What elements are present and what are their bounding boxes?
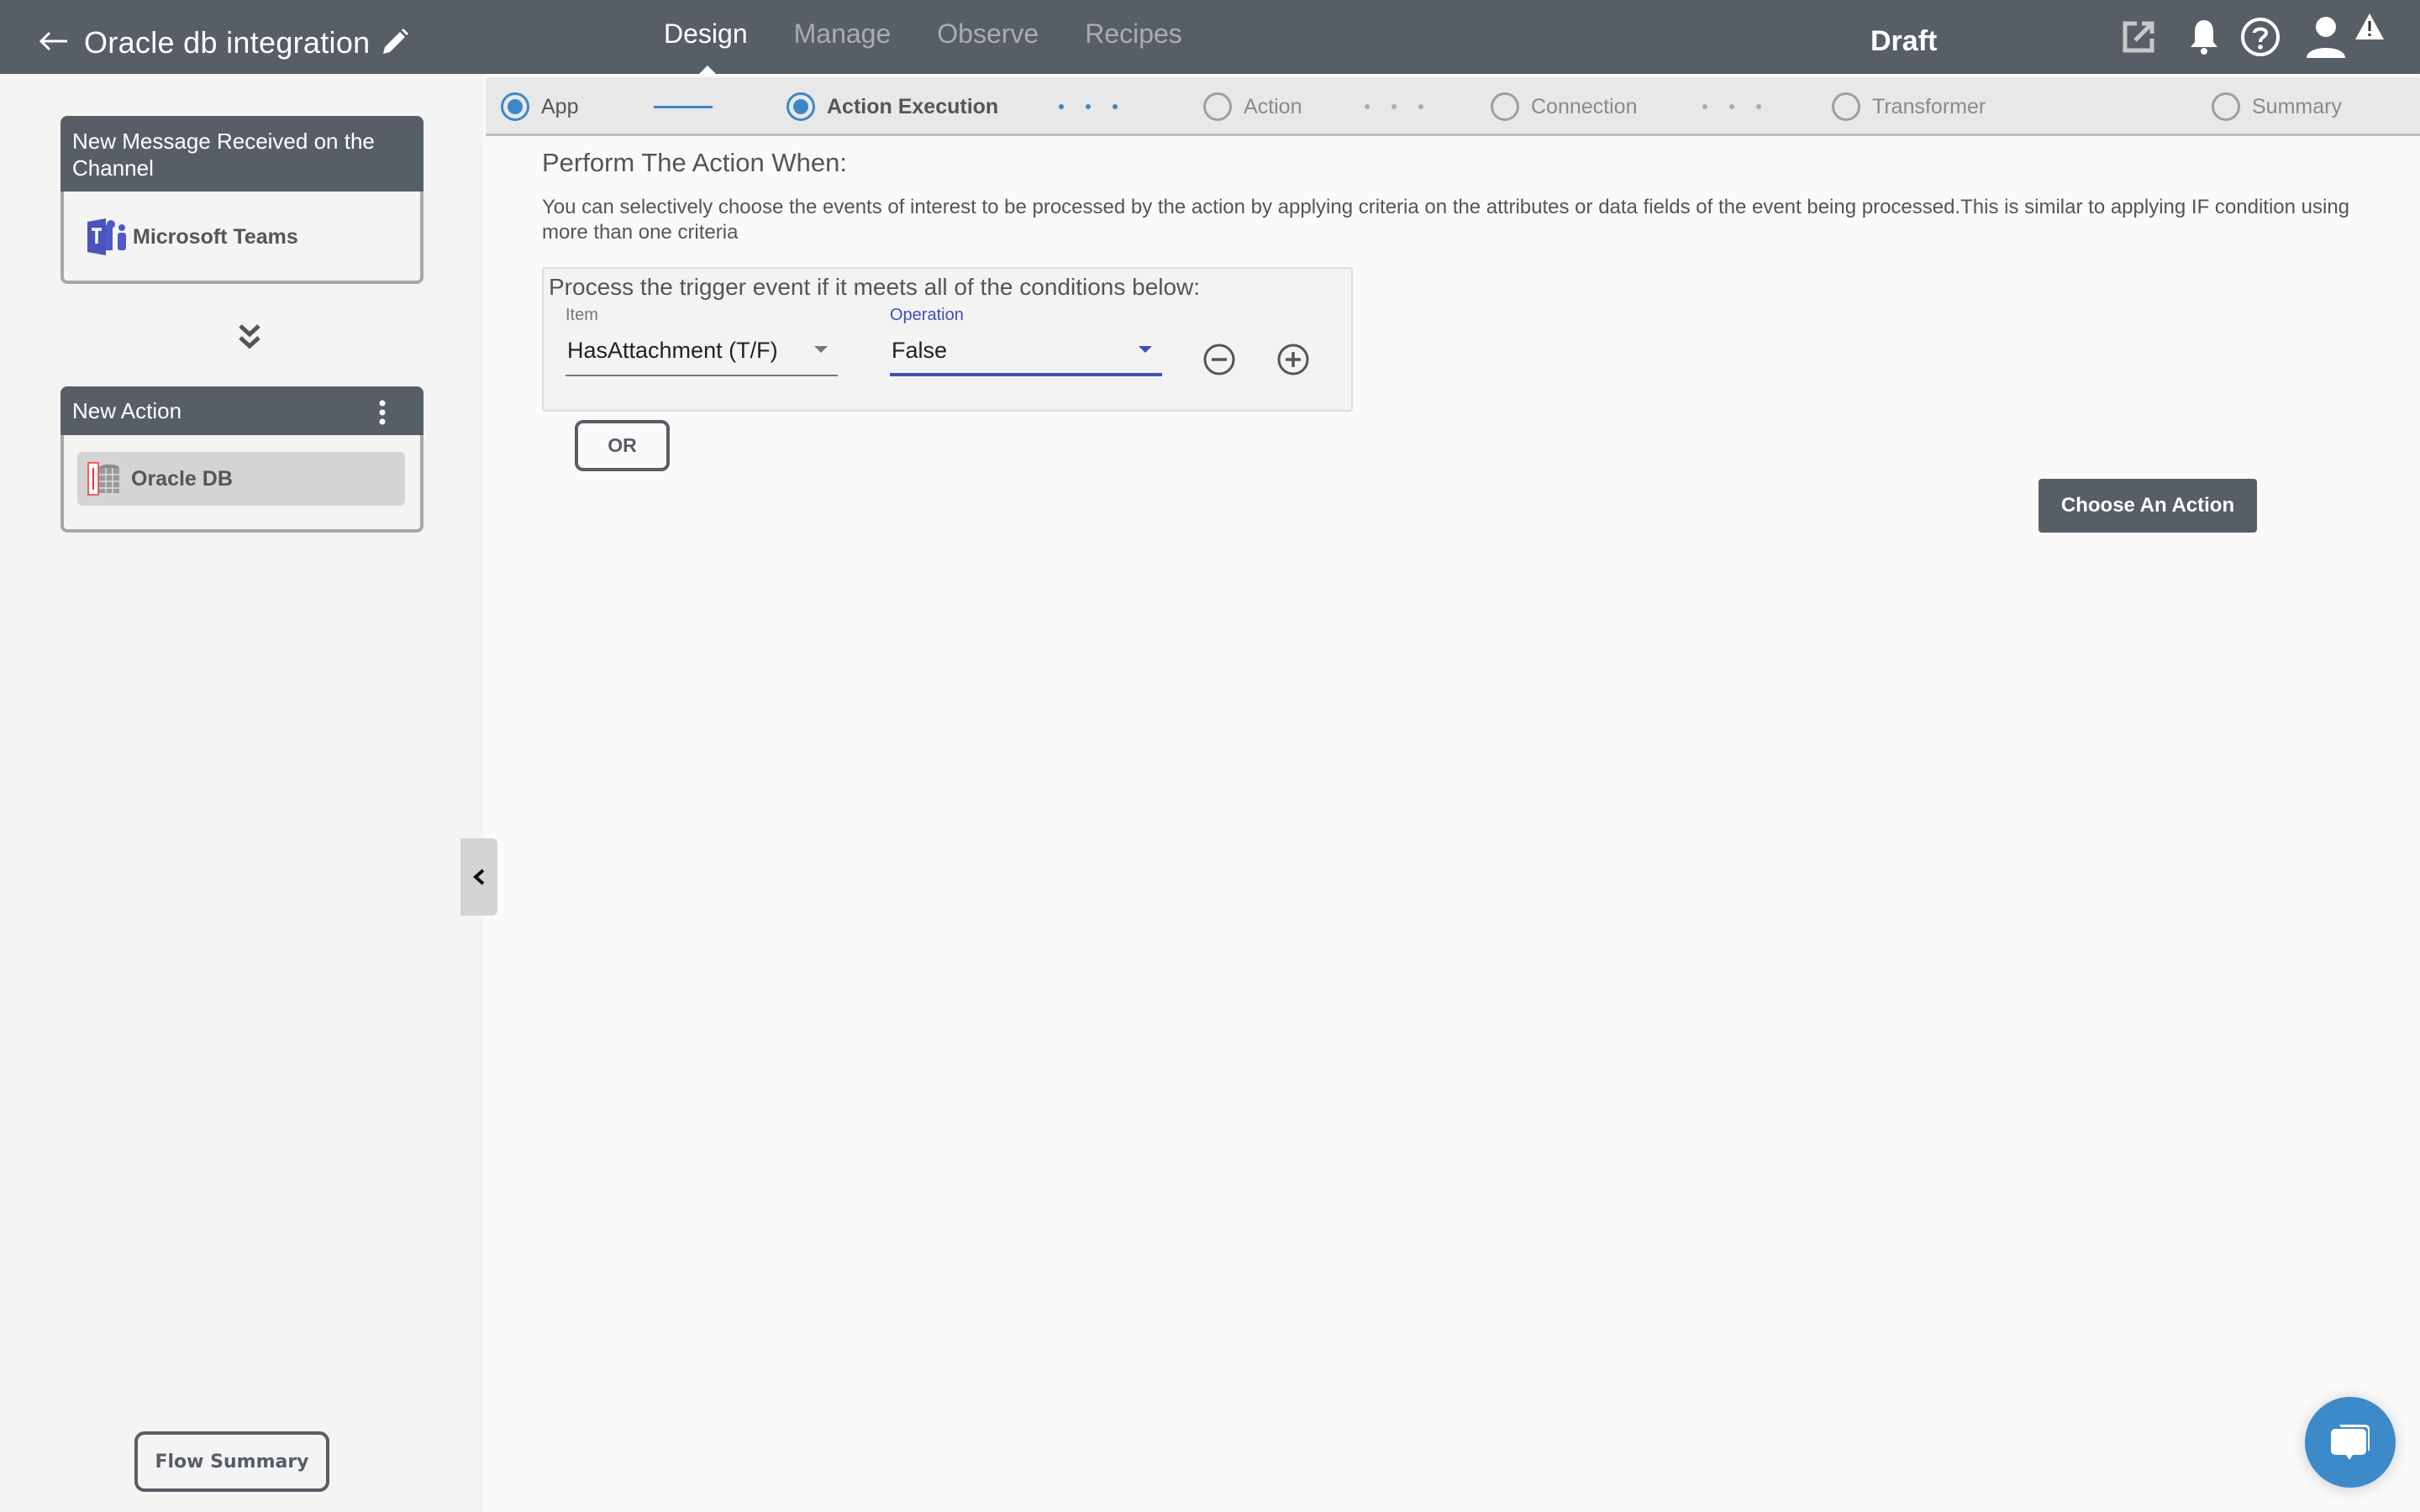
- step-label: Summary: [2252, 94, 2342, 118]
- remove-condition-icon[interactable]: [1202, 343, 1236, 376]
- nav-tab-manage[interactable]: Manage: [794, 18, 892, 50]
- step-label: Transformer: [1872, 94, 1986, 118]
- step-connector: [1365, 104, 1423, 109]
- action-card-title: New Action: [72, 398, 182, 423]
- condition-group-heading: Process the trigger event if it meets al…: [549, 274, 1201, 300]
- step-connector: [1059, 104, 1118, 109]
- flow-title: Oracle db integration: [84, 25, 371, 60]
- help-icon[interactable]: [2239, 13, 2281, 60]
- step-label: Action Execution: [827, 94, 999, 118]
- operation-select-value: False: [892, 338, 948, 363]
- bell-icon[interactable]: [2185, 13, 2223, 60]
- action-card[interactable]: New Action Oracle DB: [60, 386, 424, 533]
- step-radio-icon: [1203, 92, 1232, 121]
- warning-icon: [2353, 10, 2386, 44]
- more-options-icon[interactable]: [378, 400, 387, 425]
- dropdown-arrow-icon: [1139, 346, 1152, 353]
- or-button[interactable]: OR: [575, 420, 670, 471]
- user-icon[interactable]: [2302, 13, 2349, 60]
- item-field-label: Item: [566, 306, 598, 324]
- step-label: Connection: [1531, 94, 1638, 118]
- top-header: Oracle db integration Design Manage Obse…: [0, 0, 2420, 74]
- status-badge: Draft: [1870, 25, 1938, 57]
- step-radio-icon: [1832, 92, 1860, 121]
- step-radio-icon: [1491, 92, 1519, 121]
- condition-group: Process the trigger event if it meets al…: [542, 267, 1353, 412]
- step-action[interactable]: Action: [1203, 77, 1302, 136]
- oracle-db-icon: [87, 462, 119, 496]
- pencil-edit-icon[interactable]: [378, 29, 412, 57]
- open-external-icon[interactable]: [2118, 13, 2160, 60]
- double-chevron-down-icon: [239, 324, 260, 349]
- step-radio-icon: [786, 92, 815, 121]
- add-condition-icon[interactable]: [1276, 343, 1310, 376]
- action-app[interactable]: Oracle DB: [77, 452, 405, 506]
- step-transformer[interactable]: Transformer: [1832, 77, 1986, 136]
- step-radio-icon: [501, 92, 529, 121]
- collapse-sidebar-button[interactable]: [460, 838, 497, 916]
- step-label: App: [541, 94, 579, 118]
- chevron-left-icon: [472, 869, 485, 885]
- item-select[interactable]: HasAttachment (T/F): [566, 334, 838, 376]
- back-arrow-icon[interactable]: [39, 30, 69, 52]
- trigger-app: Microsoft Teams: [86, 217, 298, 257]
- trigger-card-body: Microsoft Teams: [60, 192, 424, 284]
- step-action-execution[interactable]: Action Execution: [786, 77, 998, 136]
- step-radio-icon: [2212, 92, 2240, 121]
- trigger-card[interactable]: New Message Received on the Channel Micr…: [60, 116, 424, 284]
- operation-field-label: Operation: [890, 306, 964, 324]
- dropdown-arrow-icon: [814, 346, 828, 353]
- choose-action-button[interactable]: Choose An Action: [2039, 479, 2257, 533]
- item-select-value: HasAttachment (T/F): [567, 338, 778, 363]
- action-card-body: Oracle DB: [60, 435, 424, 533]
- action-card-header: New Action: [60, 386, 424, 435]
- nav-tab-design[interactable]: Design: [664, 18, 748, 50]
- wizard-stepper: App Action Execution Action Connection T…: [486, 77, 2420, 136]
- chat-bubble-icon: [2331, 1425, 2370, 1460]
- chat-support-button[interactable]: [2305, 1397, 2396, 1488]
- step-app[interactable]: App: [501, 77, 578, 136]
- operation-select[interactable]: False: [890, 334, 1162, 376]
- step-connector: [1702, 104, 1761, 109]
- step-summary[interactable]: Summary: [2212, 77, 2342, 136]
- main-nav: Design Manage Observe Recipes: [664, 18, 1228, 50]
- flow-sidebar: New Message Received on the Channel Micr…: [0, 74, 483, 1512]
- action-app-label: Oracle DB: [131, 466, 233, 491]
- step-label: Action: [1244, 94, 1302, 118]
- nav-tab-observe[interactable]: Observe: [937, 18, 1039, 50]
- active-tab-indicator: [699, 66, 716, 74]
- step-connector: [654, 106, 713, 108]
- microsoft-teams-icon: [87, 218, 126, 255]
- trigger-app-label: Microsoft Teams: [133, 224, 298, 249]
- flow-summary-button[interactable]: Flow Summary: [134, 1431, 329, 1492]
- nav-tab-recipes[interactable]: Recipes: [1085, 18, 1182, 50]
- page-title: Perform The Action When:: [542, 148, 847, 177]
- trigger-card-title: New Message Received on the Channel: [60, 116, 424, 192]
- step-connection[interactable]: Connection: [1491, 77, 1637, 136]
- page-description: You can selectively choose the events of…: [542, 196, 2350, 244]
